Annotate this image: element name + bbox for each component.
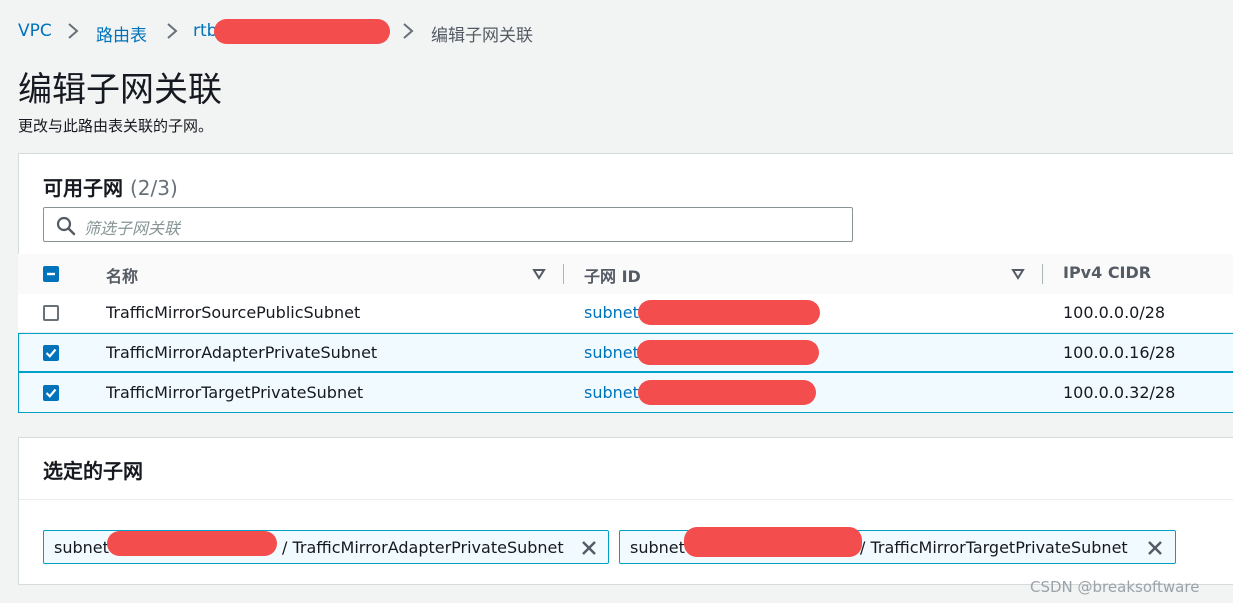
table-row[interactable]: TrafficMirrorTargetPrivateSubnet subnet …: [18, 372, 1233, 413]
redaction-mark: [637, 340, 819, 365]
available-subnets-count: (2/3): [129, 176, 178, 200]
filter-search-input[interactable]: 筛选子网关联: [43, 207, 853, 242]
column-divider[interactable]: [563, 264, 564, 284]
token-label: / TrafficMirrorAdapterPrivateSubnet: [282, 538, 564, 557]
chevron-right-icon: [167, 23, 178, 39]
table-header: 名称 子网 ID IPv4 CIDR: [18, 254, 1233, 295]
selected-subnet-token: subnet / TrafficMirrorAdapterPrivateSubn…: [43, 530, 609, 564]
row-checkbox[interactable]: [43, 305, 59, 321]
subnet-name: TrafficMirrorTargetPrivateSubnet: [106, 383, 364, 402]
column-header-subnet-id[interactable]: 子网 ID: [584, 263, 641, 287]
token-label: / TrafficMirrorTargetPrivateSubnet: [860, 538, 1128, 557]
redaction-mark: [214, 19, 390, 44]
close-icon[interactable]: [1146, 539, 1164, 557]
row-checkbox[interactable]: [43, 345, 59, 361]
breadcrumb-current: 编辑子网关联: [431, 26, 533, 46]
token-prefix: subnet: [54, 538, 109, 557]
subnet-name: TrafficMirrorAdapterPrivateSubnet: [106, 343, 378, 362]
panel-divider: [19, 499, 1233, 500]
search-placeholder: 筛选子网关联: [84, 219, 181, 238]
chevron-right-icon: [68, 23, 79, 39]
subnet-id-link[interactable]: subnet: [584, 303, 639, 322]
token-prefix: subnet: [630, 538, 685, 557]
table-row[interactable]: TrafficMirrorSourcePublicSubnet subnet 1…: [18, 294, 1233, 333]
subnet-name: TrafficMirrorSourcePublicSubnet: [106, 303, 361, 322]
select-all-checkbox[interactable]: [43, 266, 59, 282]
subnet-cidr: 100.0.0.16/28: [1063, 343, 1176, 362]
close-icon[interactable]: [580, 539, 598, 557]
column-divider[interactable]: [1042, 264, 1043, 284]
breadcrumb-vpc-link[interactable]: VPC: [18, 21, 52, 41]
sort-caret-icon[interactable]: [532, 268, 546, 280]
subnet-cidr: 100.0.0.32/28: [1063, 383, 1176, 402]
subnet-id-link[interactable]: subnet: [584, 383, 639, 402]
redaction-mark: [684, 527, 862, 557]
watermark: CSDN @breaksoftware: [1030, 578, 1200, 596]
chevron-right-icon: [403, 23, 414, 39]
breadcrumb-route-tables-link[interactable]: 路由表: [96, 21, 147, 46]
page-title: 编辑子网关联: [18, 70, 222, 110]
column-header-cidr[interactable]: IPv4 CIDR: [1063, 263, 1151, 282]
table-row[interactable]: TrafficMirrorAdapterPrivateSubnet subnet…: [18, 333, 1233, 372]
subnet-id-link[interactable]: subnet: [584, 343, 639, 362]
search-icon: [56, 216, 76, 236]
column-header-name[interactable]: 名称: [106, 263, 138, 287]
available-subnets-title: 可用子网: [43, 176, 123, 200]
redaction-mark: [638, 300, 820, 325]
checkbox-checked-icon: [45, 388, 57, 398]
subnet-cidr: 100.0.0.0/28: [1063, 303, 1166, 322]
available-subnets-heading: 可用子网 (2/3): [43, 172, 178, 201]
redaction-mark: [638, 380, 816, 405]
checkbox-checked-icon: [45, 348, 57, 358]
selected-subnet-token: subnet / TrafficMirrorTargetPrivateSubne…: [619, 527, 1176, 564]
sort-caret-icon[interactable]: [1011, 268, 1025, 280]
selected-subnets-title: 选定的子网: [43, 459, 143, 483]
row-checkbox[interactable]: [43, 385, 59, 401]
page-description: 更改与此路由表关联的子网。: [18, 117, 214, 135]
redaction-mark: [107, 531, 277, 556]
checkbox-indeterminate-icon: [47, 272, 55, 276]
